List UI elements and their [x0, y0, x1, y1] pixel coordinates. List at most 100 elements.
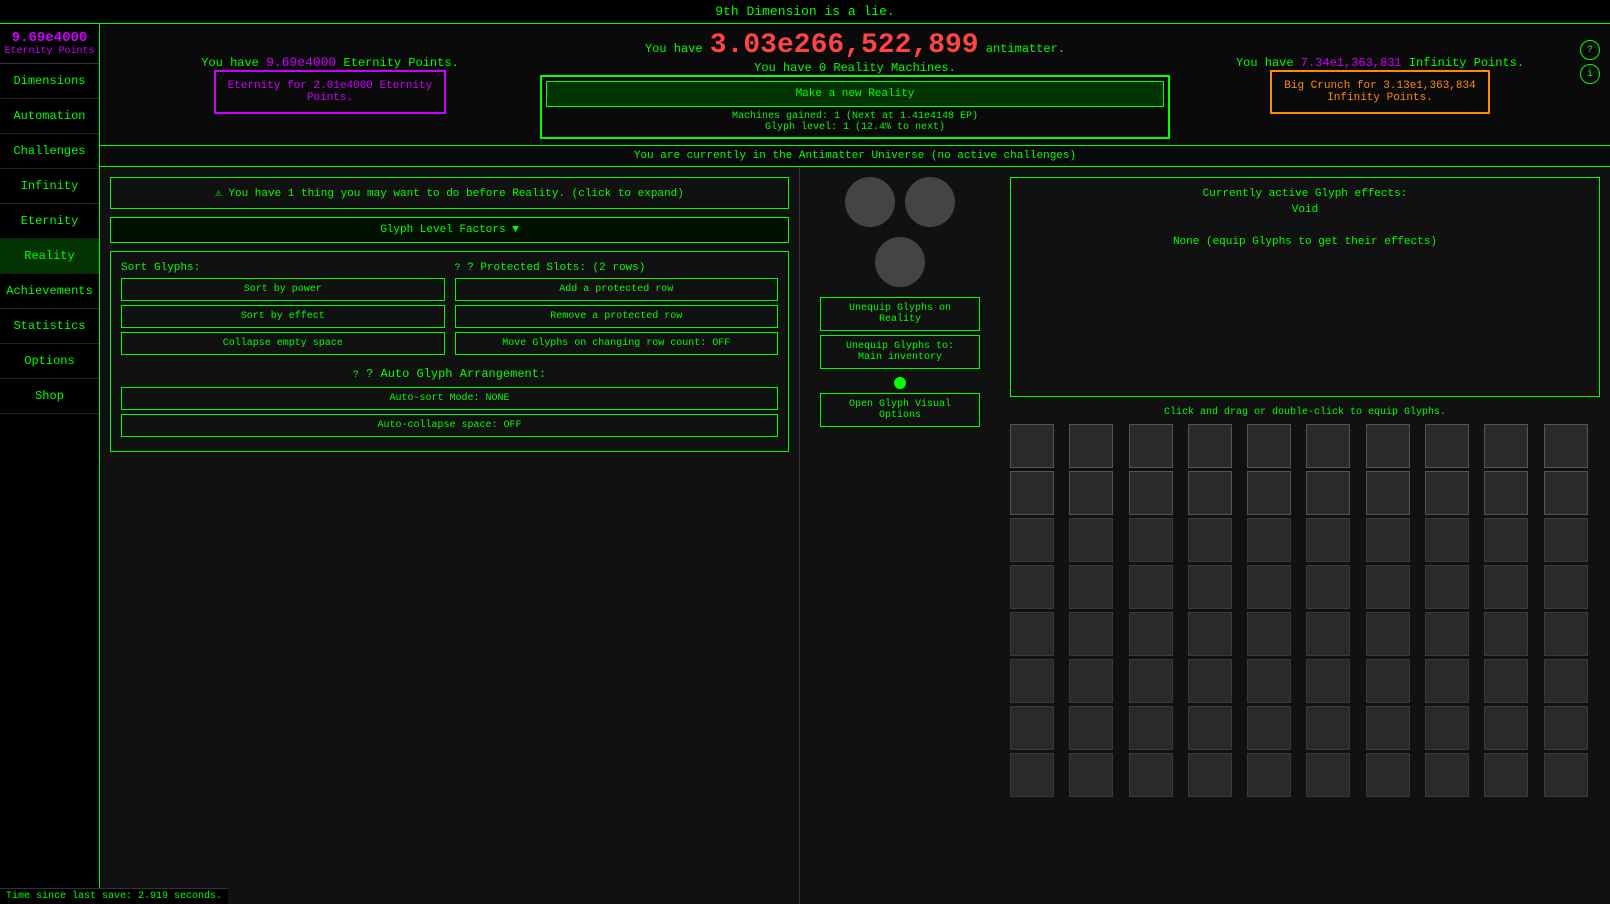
glyph-inventory-slot[interactable] [1425, 612, 1469, 656]
glyph-inventory-slot[interactable] [1069, 659, 1113, 703]
glyph-inventory-slot[interactable] [1129, 753, 1173, 797]
glyph-inventory-slot[interactable] [1484, 518, 1528, 562]
glyph-inventory-slot[interactable] [1129, 565, 1173, 609]
glyph-inventory-slot[interactable] [1306, 471, 1350, 515]
glyph-inventory-slot[interactable] [1129, 518, 1173, 562]
sidebar-item-reality[interactable]: Reality [0, 239, 99, 274]
glyph-inventory-slot[interactable] [1010, 753, 1054, 797]
glyph-inventory-slot[interactable] [1188, 612, 1232, 656]
glyph-inventory-slot[interactable] [1366, 753, 1410, 797]
glyph-slot-circle-1[interactable] [845, 177, 895, 227]
glyph-inventory-slot[interactable] [1306, 612, 1350, 656]
glyph-inventory-slot[interactable] [1366, 565, 1410, 609]
glyph-inventory-slot[interactable] [1129, 706, 1173, 750]
glyph-inventory-slot[interactable] [1010, 706, 1054, 750]
add-protected-row-button[interactable]: Add a protected row [455, 278, 779, 301]
glyph-inventory-slot[interactable] [1188, 471, 1232, 515]
glyph-inventory-slot[interactable] [1129, 659, 1173, 703]
sidebar-item-shop[interactable]: Shop [0, 379, 99, 414]
glyph-inventory-slot[interactable] [1069, 471, 1113, 515]
glyph-inventory-slot[interactable] [1306, 706, 1350, 750]
glyph-inventory-slot[interactable] [1306, 565, 1350, 609]
sort-by-power-button[interactable]: Sort by power [121, 278, 445, 301]
sidebar-item-dimensions[interactable]: Dimensions [0, 64, 99, 99]
glyph-inventory-slot[interactable] [1306, 424, 1350, 468]
help-question-icon[interactable]: ? [1580, 40, 1600, 60]
big-crunch-button[interactable]: Big Crunch for 3.13e1,363,834 Infinity P… [1270, 70, 1489, 114]
glyph-inventory-slot[interactable] [1129, 424, 1173, 468]
warning-box[interactable]: ⚠ You have 1 thing you may want to do be… [110, 177, 789, 209]
glyph-inventory-slot[interactable] [1247, 612, 1291, 656]
glyph-inventory-slot[interactable] [1425, 706, 1469, 750]
glyph-inventory-slot[interactable] [1366, 706, 1410, 750]
glyph-inventory-slot[interactable] [1484, 706, 1528, 750]
sidebar-item-achievements[interactable]: Achievements [0, 274, 99, 309]
sidebar-item-infinity[interactable]: Infinity [0, 169, 99, 204]
glyph-inventory-slot[interactable] [1366, 518, 1410, 562]
glyph-visual-options-button[interactable]: Open Glyph Visual Options [820, 393, 980, 427]
glyph-inventory-slot[interactable] [1366, 612, 1410, 656]
glyph-inventory-slot[interactable] [1544, 424, 1588, 468]
sidebar-item-automation[interactable]: Automation [0, 99, 99, 134]
sidebar-item-statistics[interactable]: Statistics [0, 309, 99, 344]
glyph-inventory-slot[interactable] [1425, 659, 1469, 703]
glyph-inventory-slot[interactable] [1425, 424, 1469, 468]
auto-collapse-button[interactable]: Auto-collapse space: OFF [121, 414, 778, 437]
help-info-icon[interactable]: i [1580, 64, 1600, 84]
glyph-inventory-slot[interactable] [1188, 659, 1232, 703]
glyph-inventory-slot[interactable] [1484, 565, 1528, 609]
glyph-inventory-slot[interactable] [1247, 753, 1291, 797]
glyph-inventory-slot[interactable] [1188, 518, 1232, 562]
glyph-inventory-slot[interactable] [1544, 753, 1588, 797]
glyph-inventory-slot[interactable] [1484, 612, 1528, 656]
glyph-inventory-slot[interactable] [1425, 565, 1469, 609]
glyph-inventory-slot[interactable] [1306, 659, 1350, 703]
glyph-inventory-slot[interactable] [1247, 565, 1291, 609]
sort-by-effect-button[interactable]: Sort by effect [121, 305, 445, 328]
glyph-inventory-slot[interactable] [1247, 706, 1291, 750]
auto-arrangement-help-icon[interactable]: ? [353, 370, 359, 381]
glyph-inventory-slot[interactable] [1188, 753, 1232, 797]
glyph-inventory-slot[interactable] [1069, 706, 1113, 750]
glyph-inventory-slot[interactable] [1247, 424, 1291, 468]
glyph-inventory-slot[interactable] [1129, 471, 1173, 515]
glyph-inventory-slot[interactable] [1010, 424, 1054, 468]
glyph-inventory-slot[interactable] [1366, 659, 1410, 703]
glyph-inventory-slot[interactable] [1544, 565, 1588, 609]
glyph-inventory-slot[interactable] [1425, 471, 1469, 515]
glyph-inventory-slot[interactable] [1188, 706, 1232, 750]
glyph-inventory-slot[interactable] [1366, 424, 1410, 468]
glyph-inventory-slot[interactable] [1188, 565, 1232, 609]
glyph-inventory-slot[interactable] [1366, 471, 1410, 515]
glyph-inventory-slot[interactable] [1484, 753, 1528, 797]
move-glyphs-button[interactable]: Move Glyphs on changing row count: OFF [455, 332, 779, 355]
glyph-inventory-slot[interactable] [1544, 706, 1588, 750]
glyph-inventory-slot[interactable] [1484, 424, 1528, 468]
glyph-inventory-slot[interactable] [1544, 659, 1588, 703]
glyph-inventory-slot[interactable] [1425, 753, 1469, 797]
glyph-inventory-slot[interactable] [1247, 471, 1291, 515]
glyph-inventory-slot[interactable] [1010, 518, 1054, 562]
glyph-inventory-slot[interactable] [1425, 518, 1469, 562]
sidebar-item-challenges[interactable]: Challenges [0, 134, 99, 169]
remove-protected-row-button[interactable]: Remove a protected row [455, 305, 779, 328]
glyph-inventory-slot[interactable] [1247, 659, 1291, 703]
glyph-inventory-slot[interactable] [1306, 753, 1350, 797]
glyph-inventory-slot[interactable] [1010, 612, 1054, 656]
glyph-inventory-slot[interactable] [1069, 424, 1113, 468]
glyph-inventory-slot[interactable] [1069, 565, 1113, 609]
auto-sort-mode-button[interactable]: Auto-sort Mode: NONE [121, 387, 778, 410]
glyph-inventory-slot[interactable] [1484, 471, 1528, 515]
collapse-empty-button[interactable]: Collapse empty space [121, 332, 445, 355]
glyph-inventory-slot[interactable] [1129, 612, 1173, 656]
protected-help-icon[interactable]: ? [455, 263, 461, 274]
glyph-inventory-slot[interactable] [1010, 565, 1054, 609]
glyph-inventory-slot[interactable] [1247, 518, 1291, 562]
glyph-inventory-slot[interactable] [1484, 659, 1528, 703]
sidebar-item-eternity[interactable]: Eternity [0, 204, 99, 239]
glyph-inventory-slot[interactable] [1010, 471, 1054, 515]
glyph-inventory-slot[interactable] [1010, 659, 1054, 703]
glyph-inventory-slot[interactable] [1544, 518, 1588, 562]
eternity-button[interactable]: Eternity for 2.01e4000 Eternity Points. [214, 70, 447, 114]
glyph-slot-circle-2[interactable] [905, 177, 955, 227]
